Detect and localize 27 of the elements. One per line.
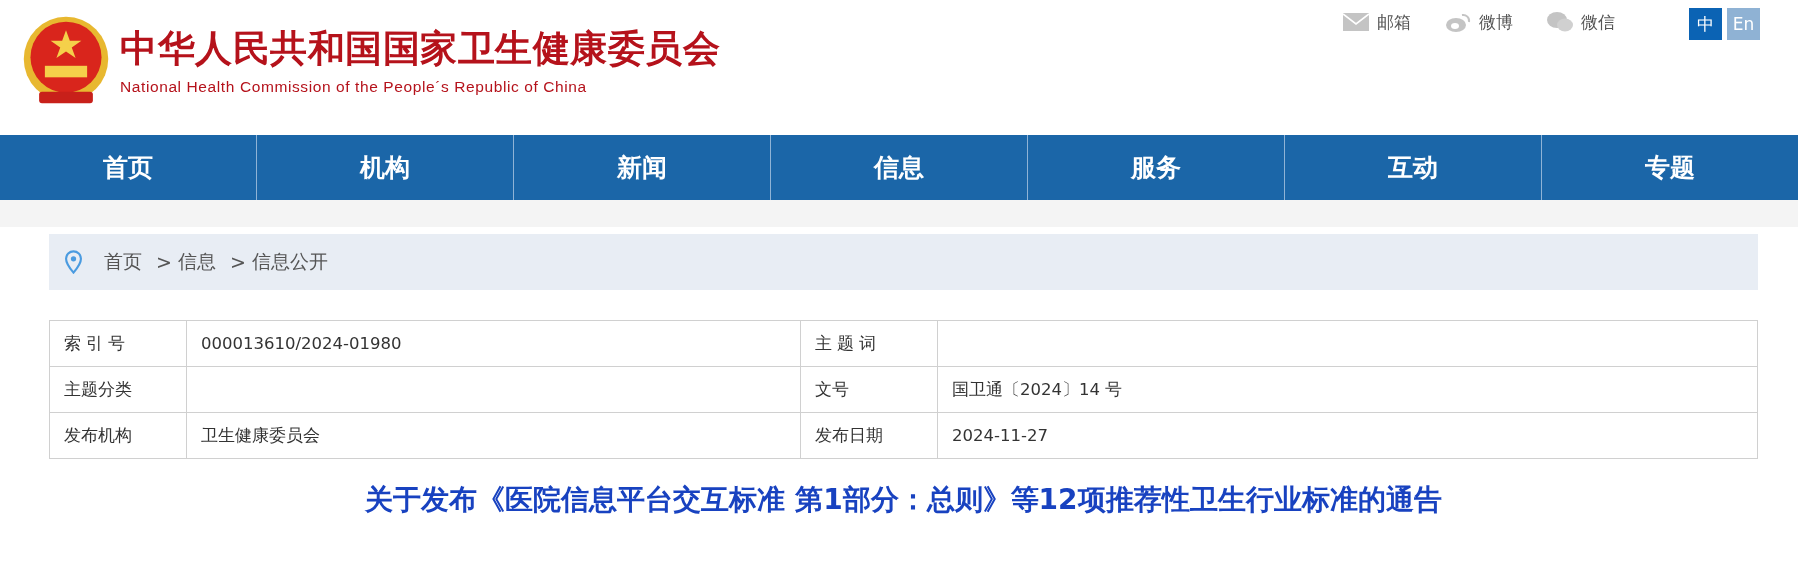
chat-bubbles-icon <box>1547 12 1573 32</box>
envelope-icon <box>1343 12 1369 32</box>
table-label-cell: 主 题 词 <box>800 320 938 367</box>
location-pin-icon <box>65 250 82 274</box>
language-button[interactable]: 中 <box>1689 8 1722 40</box>
weibo-icon <box>1445 12 1471 32</box>
article-title: 关于发布《医院信息平台交互标准 第1部分：总则》等12项推荐性卫生行业标准的通告 <box>364 482 1443 518</box>
breadcrumb-separator: > <box>156 251 172 273</box>
table-label-cell: 索 引 号 <box>49 320 187 367</box>
nav-item[interactable]: 首页 <box>0 135 256 200</box>
table-label-cell: 发布机构 <box>49 412 187 459</box>
breadcrumb-separator: > <box>229 251 246 273</box>
breadcrumb-link[interactable]: 信息公开 <box>251 249 328 275</box>
table-value-cell: 2024-11-27 <box>937 412 1758 459</box>
table-value-cell: 卫生健康委员会 <box>186 412 801 459</box>
table-value-cell: 国卫通〔2024〕14 号 <box>937 366 1758 413</box>
site-subtitle: National Health Commission of the People´s Republic of China <box>120 78 588 96</box>
wechat-link[interactable]: 微信 <box>1547 8 1615 36</box>
table-label-cell: 主题分类 <box>49 366 187 413</box>
breadcrumb-link[interactable]: 信息 <box>177 249 216 275</box>
table-value-cell: 000013610/2024-01980 <box>186 320 801 367</box>
weibo-link[interactable]: 微博 <box>1445 8 1513 36</box>
table-label-cell: 发布日期 <box>800 412 938 459</box>
mail-link[interactable]: 邮箱 <box>1343 8 1411 36</box>
site-title: 中华人民共和国国家卫生健康委员会 <box>120 26 720 72</box>
table-label-cell: 文号 <box>800 366 938 413</box>
breadcrumb-link[interactable]: 首页 <box>104 249 142 275</box>
